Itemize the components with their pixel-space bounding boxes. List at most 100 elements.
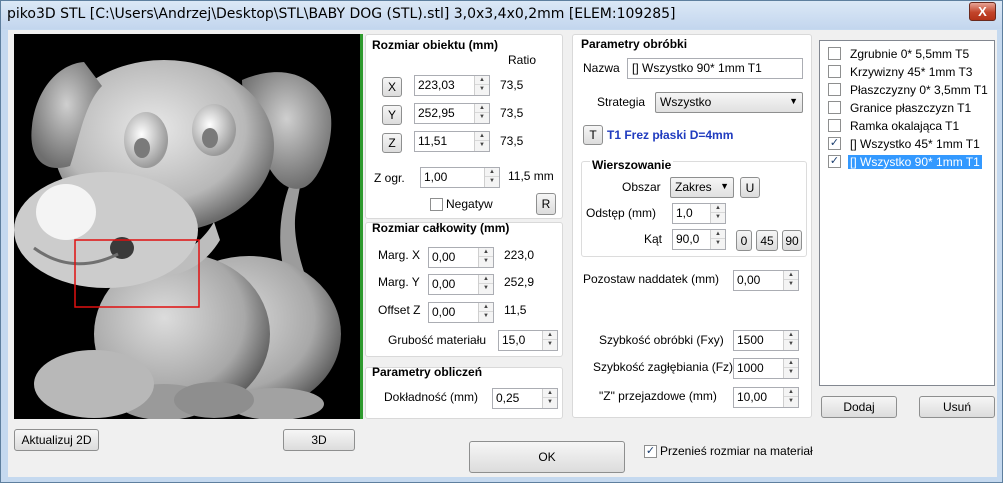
- allowance-label: Pozostaw naddatek (mm): [583, 272, 720, 286]
- angle-90-button[interactable]: 90: [782, 230, 802, 251]
- name-label: Nazwa: [583, 61, 620, 75]
- spinner-arrows-icon[interactable]: ▲ ▼: [542, 331, 557, 350]
- close-icon: X: [978, 4, 987, 19]
- spinner-arrows-icon[interactable]: ▲ ▼: [542, 389, 557, 408]
- remove-button[interactable]: Usuń: [919, 396, 995, 418]
- area-value: Zakres: [675, 180, 712, 194]
- spinner-arrows-icon[interactable]: ▲ ▼: [710, 204, 725, 223]
- area-select[interactable]: Zakres ▼: [670, 177, 734, 198]
- y-size-input[interactable]: 252,95 ▲ ▼: [414, 103, 490, 124]
- operation-checkbox[interactable]: [828, 47, 841, 60]
- calc-params-panel: Parametry obliczeń Dokładność (mm) 0,25 …: [365, 365, 563, 419]
- x-ratio-value: 73,5: [500, 78, 524, 92]
- step-input[interactable]: 1,0 ▲ ▼: [672, 203, 726, 224]
- angle-45-button[interactable]: 45: [756, 230, 778, 251]
- operation-checkbox[interactable]: ✓: [828, 155, 841, 168]
- dog-relief-image: [14, 60, 341, 419]
- operation-checkbox[interactable]: [828, 101, 841, 114]
- y-dimension-button[interactable]: Y: [382, 105, 402, 125]
- strategy-select[interactable]: Wszystko ▼: [655, 92, 803, 113]
- angle-0-button[interactable]: 0: [736, 230, 752, 251]
- spinner-arrows-icon[interactable]: ▲ ▼: [484, 168, 499, 187]
- spinner-arrows-icon[interactable]: ▲ ▼: [474, 76, 489, 95]
- spinner-arrows-icon[interactable]: ▲ ▼: [478, 303, 493, 322]
- x-size-input[interactable]: 223,03 ▲ ▼: [414, 75, 490, 96]
- model-preview[interactable]: [14, 34, 360, 419]
- reset-button[interactable]: R: [536, 193, 556, 215]
- chevron-down-icon: ▼: [720, 181, 729, 191]
- object-size-panel: Rozmiar obiektu (mm) Ratio X 223,03 ▲ ▼ 7…: [365, 34, 563, 219]
- window-title: piko3D STL [C:\Users\Andrzej\Desktop\STL…: [7, 6, 676, 22]
- checkmark-icon: ✓: [829, 137, 840, 149]
- spinner-arrows-icon[interactable]: ▲ ▼: [474, 132, 489, 151]
- negative-label: Negatyw: [446, 197, 493, 211]
- angle-input[interactable]: 90,0 ▲ ▼: [672, 229, 726, 250]
- close-button[interactable]: X: [969, 2, 996, 21]
- strategy-label: Strategia: [597, 95, 646, 109]
- offset-z-text: 11,5: [504, 303, 527, 317]
- spinner-arrows-icon[interactable]: ▲ ▼: [478, 275, 493, 294]
- ok-button[interactable]: OK: [469, 441, 625, 473]
- ratio-label: Ratio: [508, 53, 537, 67]
- offset-z-input[interactable]: 0,00 ▲ ▼: [428, 302, 494, 323]
- z-dimension-button[interactable]: Z: [382, 133, 402, 153]
- margin-x-label: Marg. X: [378, 248, 421, 262]
- operations-list[interactable]: Zgrubnie 0* 5,5mm T5 Krzywizny 45* 1mm T…: [819, 40, 995, 386]
- area-label: Obszar: [622, 180, 661, 194]
- step-label: Odstęp (mm): [586, 206, 657, 220]
- operation-checkbox[interactable]: [828, 119, 841, 132]
- offset-z-label: Offset Z: [378, 303, 421, 317]
- operation-checkbox[interactable]: [828, 83, 841, 96]
- spinner-arrows-icon[interactable]: ▲ ▼: [478, 248, 493, 267]
- margin-x-input[interactable]: 0,00 ▲ ▼: [428, 247, 494, 268]
- total-size-title: Rozmiar całkowity (mm): [372, 221, 510, 235]
- checkmark-icon: ✓: [829, 155, 840, 167]
- accuracy-label: Dokładność (mm): [384, 390, 479, 404]
- title-bar[interactable]: piko3D STL [C:\Users\Andrzej\Desktop\STL…: [1, 1, 1002, 29]
- transfer-size-checkbox[interactable]: ✓: [644, 445, 657, 458]
- rows-panel: Wierszowanie Obszar Zakres ▼ U Odstęp (m…: [581, 158, 807, 257]
- strategy-value: Wszystko: [660, 95, 712, 109]
- chevron-down-icon: ▼: [789, 96, 798, 106]
- z-ratio-value: 73,5: [500, 134, 524, 148]
- refresh-2d-button[interactable]: Aktualizuj 2D: [14, 429, 99, 451]
- tool-description: T1 Frez płaski D=4mm: [607, 128, 734, 142]
- object-size-title: Rozmiar obiektu (mm): [372, 38, 499, 52]
- u-button[interactable]: U: [740, 177, 760, 198]
- z-rapid-label: "Z" przejazdowe (mm): [599, 389, 717, 403]
- angle-label: Kąt: [644, 232, 663, 246]
- accuracy-input[interactable]: 0,25 ▲ ▼: [492, 388, 558, 409]
- add-button[interactable]: Dodaj: [821, 396, 897, 418]
- operation-checkbox[interactable]: ✓: [828, 137, 841, 150]
- x-dimension-button[interactable]: X: [382, 77, 402, 97]
- operation-name-input[interactable]: [] Wszystko 90* 1mm T1: [627, 58, 803, 79]
- margin-y-text: 252,9: [504, 275, 535, 289]
- transfer-size-label: Przenieś rozmiar na materiał: [660, 444, 813, 458]
- calc-params-title: Parametry obliczeń: [372, 365, 483, 379]
- machining-params-panel: Parametry obróbki Nazwa [] Wszystko 90* …: [572, 34, 812, 418]
- tool-button[interactable]: T: [583, 125, 603, 145]
- machining-params-title: Parametry obróbki: [581, 37, 688, 51]
- feed-input[interactable]: 1500 ▲ ▼: [733, 330, 799, 351]
- thickness-input[interactable]: 15,0 ▲ ▼: [498, 330, 558, 351]
- z-limit-input[interactable]: 1,00 ▲ ▼: [420, 167, 500, 188]
- spinner-arrows-icon[interactable]: ▲ ▼: [783, 331, 798, 350]
- app-window: piko3D STL [C:\Users\Andrzej\Desktop\STL…: [0, 0, 1003, 483]
- z-rapid-input[interactable]: 10,00 ▲ ▼: [733, 387, 799, 408]
- margin-y-input[interactable]: 0,00 ▲ ▼: [428, 274, 494, 295]
- plunge-input[interactable]: 1000 ▲ ▼: [733, 358, 799, 379]
- z-limit-text: 11,5 mm: [508, 169, 554, 183]
- spinner-arrows-icon[interactable]: ▲ ▼: [783, 359, 798, 378]
- spinner-arrows-icon[interactable]: ▲ ▼: [783, 271, 798, 290]
- rows-title: Wierszowanie: [590, 158, 674, 172]
- allowance-input[interactable]: 0,00 ▲ ▼: [733, 270, 799, 291]
- spinner-arrows-icon[interactable]: ▲ ▼: [474, 104, 489, 123]
- operation-checkbox[interactable]: [828, 65, 841, 78]
- margin-y-label: Marg. Y: [378, 275, 420, 289]
- negative-checkbox[interactable]: [430, 198, 443, 211]
- z-limit-label: Z ogr.: [374, 171, 405, 185]
- spinner-arrows-icon[interactable]: ▲ ▼: [783, 388, 798, 407]
- view-3d-button[interactable]: 3D: [283, 429, 355, 451]
- z-size-input[interactable]: 11,51 ▲ ▼: [414, 131, 490, 152]
- spinner-arrows-icon[interactable]: ▲ ▼: [710, 230, 725, 249]
